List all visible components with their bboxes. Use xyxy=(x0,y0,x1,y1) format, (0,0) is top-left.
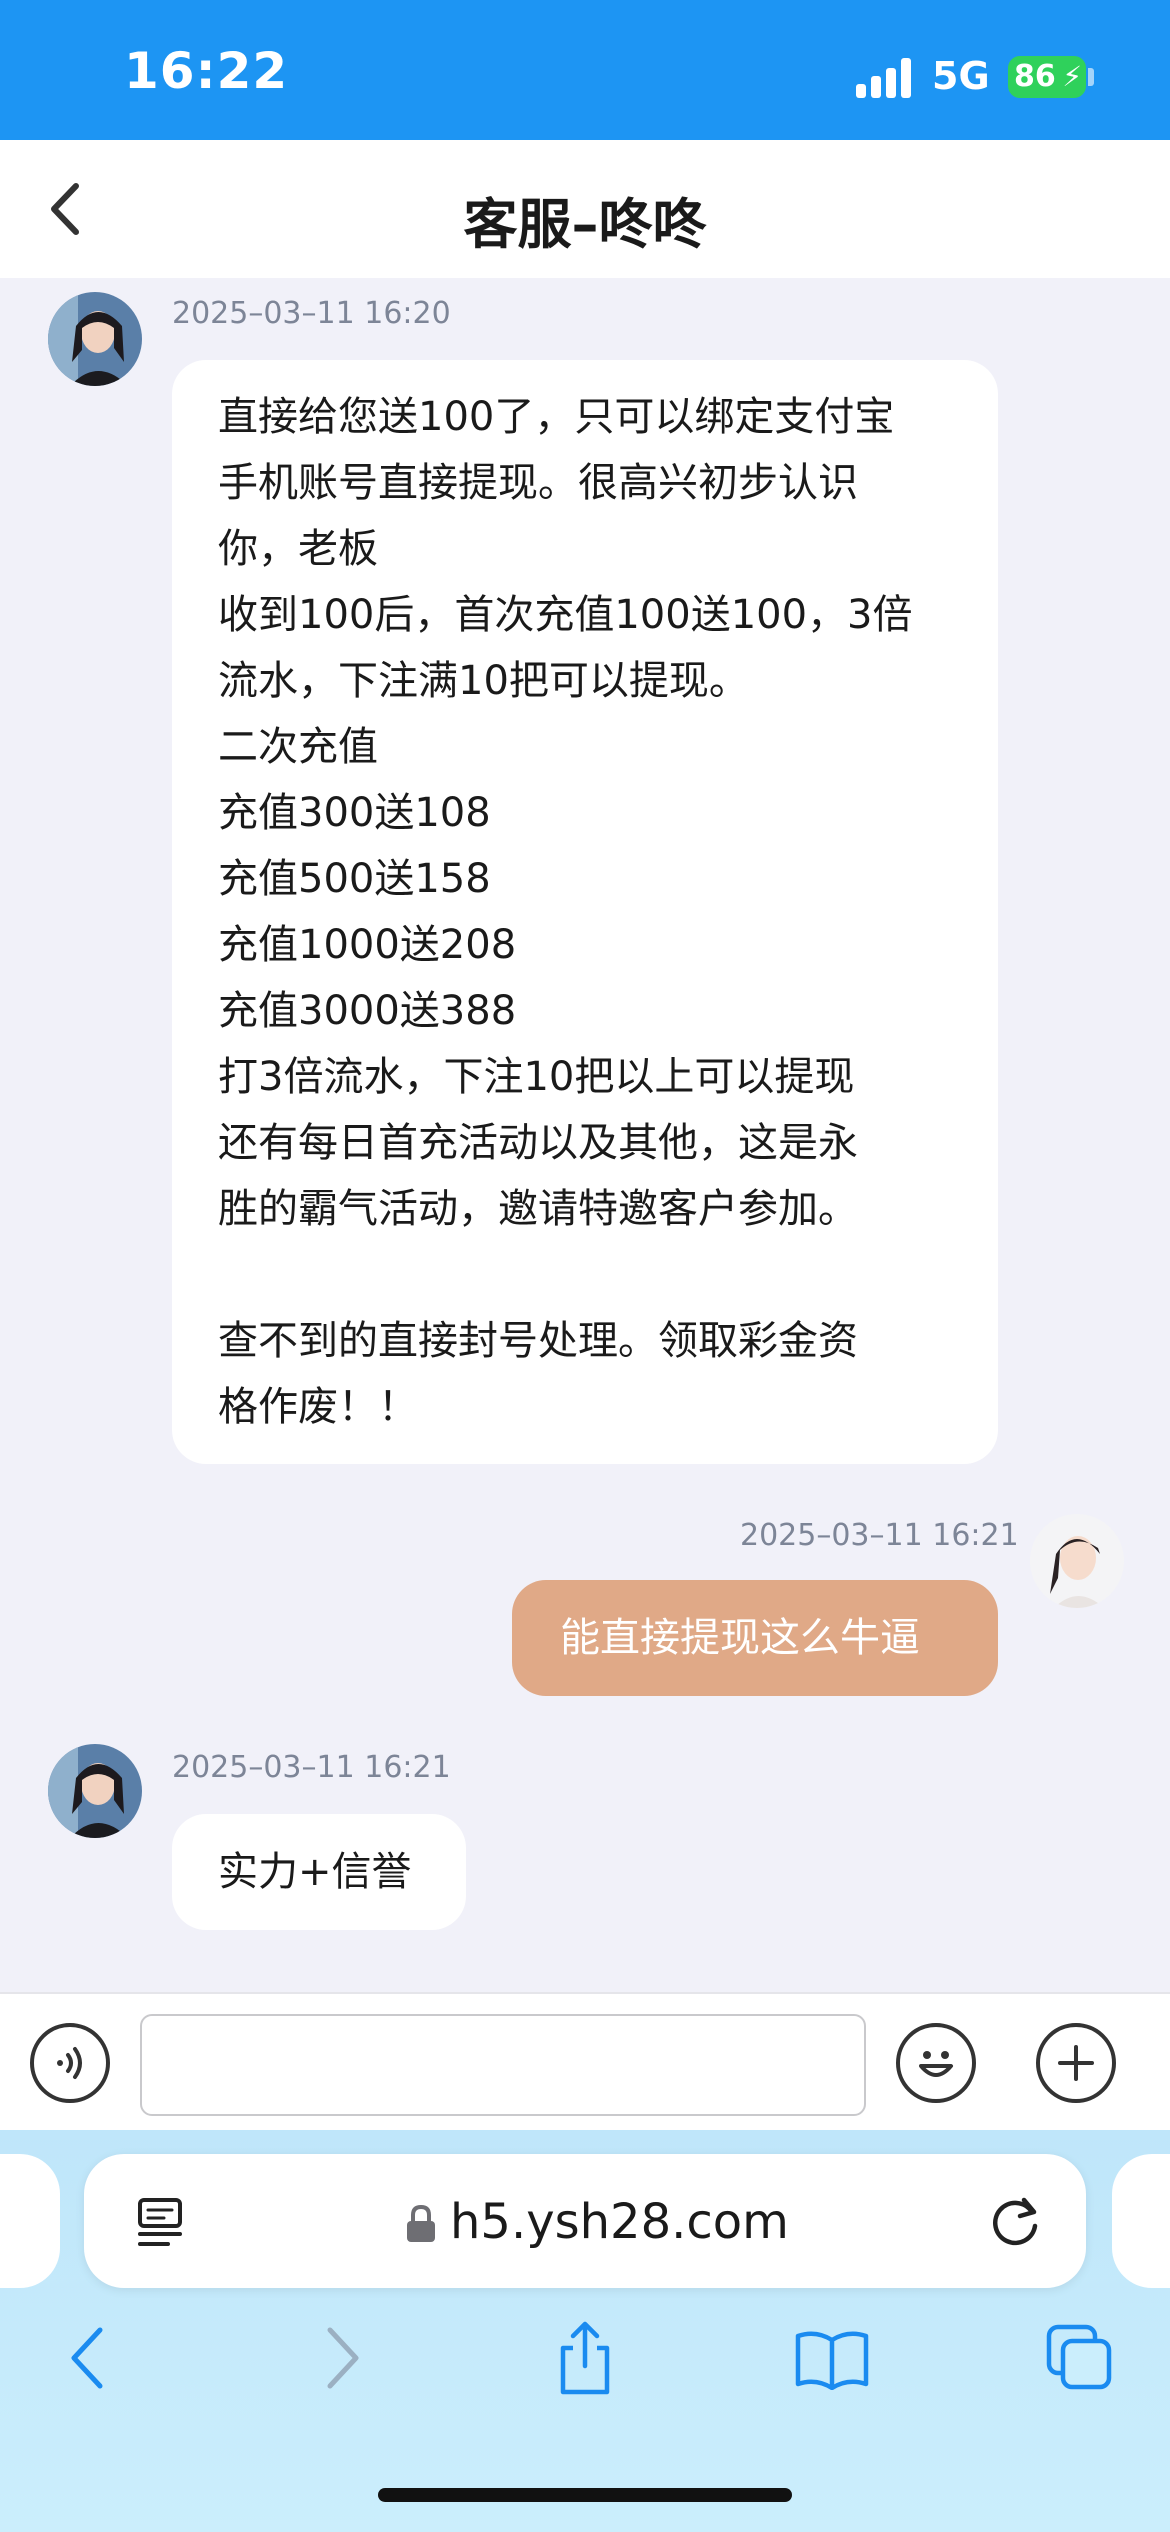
nav-header: 客服–咚咚 xyxy=(0,140,1170,278)
incoming-message-bubble[interactable]: 实力+信誉 xyxy=(172,1814,466,1930)
message-line: 二次充值 xyxy=(218,724,378,770)
emoji-icon xyxy=(919,2051,953,2077)
message-timestamp: 2025–03–11 16:20 xyxy=(172,296,451,331)
message-line: 实力+信誉 xyxy=(218,1849,412,1895)
chat-area[interactable]: 2025–03–11 16:20 直接给您送100了，只可以绑定支付宝 手机账号… xyxy=(0,278,1170,1992)
home-indicator[interactable] xyxy=(378,2488,792,2502)
voice-icon xyxy=(57,2047,82,2079)
add-button[interactable] xyxy=(1036,2023,1116,2103)
reload-icon[interactable] xyxy=(986,2192,1046,2252)
message-line: 打3倍流水，下注10把以上可以提现 xyxy=(218,1054,855,1100)
agent-avatar[interactable] xyxy=(48,292,142,386)
tabs-icon xyxy=(1046,2324,1112,2390)
charging-bolt-icon: ⚡ xyxy=(1062,60,1082,93)
browser-back-button[interactable] xyxy=(48,2318,128,2398)
plus-icon xyxy=(1058,2045,1094,2081)
message-line: 充值500送158 xyxy=(218,856,491,902)
reader-icon[interactable] xyxy=(134,2194,190,2250)
message-line: 充值1000送208 xyxy=(218,922,517,968)
message-line: 充值3000送388 xyxy=(218,988,517,1034)
voice-button[interactable] xyxy=(30,2023,110,2103)
next-tab-peek[interactable] xyxy=(1112,2154,1170,2288)
message-line: 能直接提现这么牛逼 xyxy=(560,1615,920,1661)
message-timestamp: 2025–03–11 16:21 xyxy=(740,1518,1019,1553)
message-input[interactable] xyxy=(140,2014,866,2116)
share-icon xyxy=(560,2321,610,2395)
status-time: 16:22 xyxy=(124,42,289,100)
battery-indicator: 86 ⚡ xyxy=(1008,56,1086,98)
message-line: 流水，下注满10把可以提现。 xyxy=(218,658,749,704)
cellular-signal-icon xyxy=(856,58,916,98)
status-bar: 16:22 5G 86 ⚡ xyxy=(0,0,1170,140)
lock-icon xyxy=(407,2204,435,2242)
message-line: 还有每日首充活动以及其他，这是永 xyxy=(218,1120,858,1166)
message-line xyxy=(218,1242,952,1308)
agent-avatar[interactable] xyxy=(48,1744,142,1838)
message-line: 直接给您送100了，只可以绑定支付宝 xyxy=(218,394,895,440)
message-line: 充值300送108 xyxy=(218,790,491,836)
bookmarks-button[interactable] xyxy=(792,2318,872,2398)
share-button[interactable] xyxy=(545,2318,625,2398)
tabs-button[interactable] xyxy=(1040,2318,1120,2398)
message-line: 收到100后，首次充值100送100，3倍 xyxy=(218,592,913,638)
emoji-button[interactable] xyxy=(896,2023,976,2103)
message-timestamp: 2025–03–11 16:21 xyxy=(172,1750,451,1785)
address-bar[interactable]: h5.ysh28.com xyxy=(84,2154,1086,2288)
chat-input-bar xyxy=(0,1992,1170,2130)
message-line: 手机账号直接提现。很高兴初步认识 xyxy=(218,460,858,506)
forward-icon xyxy=(327,2327,359,2389)
previous-tab-peek[interactable] xyxy=(0,2154,60,2288)
incoming-message-bubble[interactable]: 直接给您送100了，只可以绑定支付宝 手机账号直接提现。很高兴初步认识 你，老板… xyxy=(172,360,998,1464)
page-title: 客服–咚咚 xyxy=(463,193,707,256)
message-line: 查不到的直接封号处理。领取彩金资 xyxy=(218,1318,858,1364)
back-icon xyxy=(71,2327,103,2389)
browser-forward-button[interactable] xyxy=(302,2318,382,2398)
network-type: 5G xyxy=(932,54,990,98)
message-line: 格作废！！ xyxy=(218,1384,418,1430)
message-line: 胜的霸气活动，邀请特邀客户参加。 xyxy=(218,1186,858,1232)
battery-tip xyxy=(1088,68,1094,86)
browser-toolbar: h5.ysh28.com xyxy=(0,2130,1170,2532)
bookmarks-icon xyxy=(795,2331,869,2390)
outgoing-message-bubble[interactable]: 能直接提现这么牛逼 xyxy=(512,1580,998,1696)
user-avatar[interactable] xyxy=(1030,1514,1124,1608)
battery-level: 86 xyxy=(1014,59,1056,94)
message-line: 你，老板 xyxy=(218,526,378,572)
url-text[interactable]: h5.ysh28.com xyxy=(450,2194,789,2250)
